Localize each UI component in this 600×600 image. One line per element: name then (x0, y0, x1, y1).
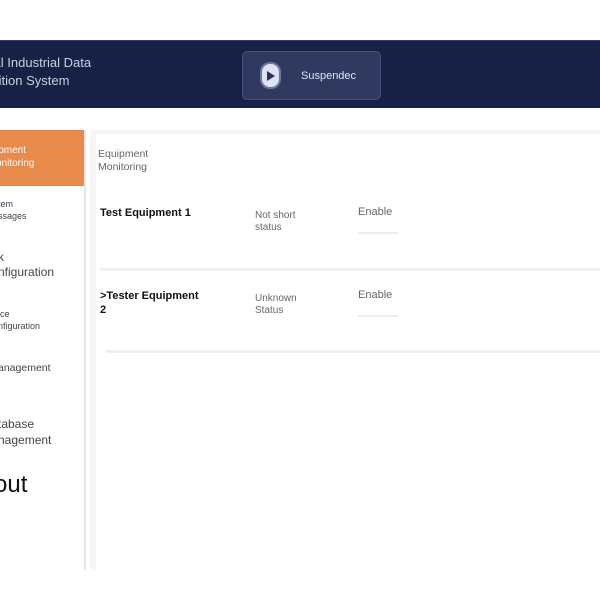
sidebar-item-label: k (0, 250, 54, 265)
sidebar-item-network-configuration[interactable]: k nfiguration (0, 246, 84, 286)
device-status: Unknown Status (255, 293, 325, 317)
sidebar-item-label: tabase (0, 417, 35, 431)
app-title-line-1: eral Industrial Data (0, 55, 92, 70)
device-status-line-1: Unknown (255, 293, 297, 304)
sidebar-nav: ipment onitoring tem ssages k nfiguratio… (0, 130, 86, 570)
sidebar-item-label: onitoring (0, 158, 35, 169)
sidebar-item-database-management[interactable]: tabase nagement (0, 414, 84, 454)
device-name-line-1: Test Equipment 1 (100, 207, 191, 219)
sidebar-item-device-configuration[interactable]: ice nfiguration (0, 306, 84, 346)
main-content: Equipment Monitoring Test Equipment 1 No… (96, 134, 600, 570)
sidebar-item-label: nfiguration (0, 265, 55, 279)
app-title: eral Industrial Data uisition System (0, 54, 132, 90)
sidebar-item-label: nfiguration (0, 321, 41, 331)
device-status-line-2: status (255, 222, 282, 233)
row-divider (100, 268, 600, 271)
enable-button[interactable]: Enable (358, 204, 398, 234)
suspend-button-label: Suspendec (301, 69, 357, 82)
sidebar-item-system-messages[interactable]: tem ssages (0, 190, 84, 230)
device-name: >Tester Equipment 2 (100, 289, 210, 317)
section-title-line-1: Equipment (98, 148, 149, 160)
sidebar-item-label: ice (0, 309, 10, 319)
device-name: Test Equipment 1 (100, 206, 210, 220)
section-title-line-2: Monitoring (98, 161, 148, 173)
sidebar-item-label: ipment (0, 145, 27, 156)
sidebar-item-about[interactable]: out (0, 468, 84, 508)
sidebar-item-management[interactable]: anagement (0, 358, 84, 388)
sidebar-item-label: nagement (0, 433, 52, 447)
device-status-line-1: Not short (255, 210, 296, 221)
section-title: Equipment Monitoring (98, 148, 178, 174)
suspend-button[interactable]: Suspendec (242, 51, 381, 100)
app-header: eral Industrial Data uisition System Sus… (0, 40, 600, 108)
sidebar-item-label: anagement (0, 362, 51, 374)
device-name-line-1: >Tester Equipment (100, 290, 199, 302)
sidebar-item-equipment-monitoring[interactable]: ipment onitoring (0, 130, 84, 186)
device-row: Test Equipment 1 Not short status Enable (100, 204, 600, 286)
sidebar-item-label: out (0, 471, 28, 498)
device-status: Not short status (255, 210, 325, 234)
device-row: >Tester Equipment 2 Unknown Status Enabl… (100, 287, 600, 369)
main-panel: Equipment Monitoring Test Equipment 1 No… (90, 130, 600, 570)
sidebar-item-label: tem (0, 199, 14, 209)
play-icon (260, 62, 281, 89)
enable-button[interactable]: Enable (358, 287, 398, 317)
app-title-line-2: uisition System (0, 73, 70, 88)
sidebar-item-label: ssages (0, 211, 27, 221)
device-status-line-2: Status (255, 305, 284, 316)
row-divider (106, 350, 600, 353)
device-name-line-2: 2 (100, 304, 107, 316)
